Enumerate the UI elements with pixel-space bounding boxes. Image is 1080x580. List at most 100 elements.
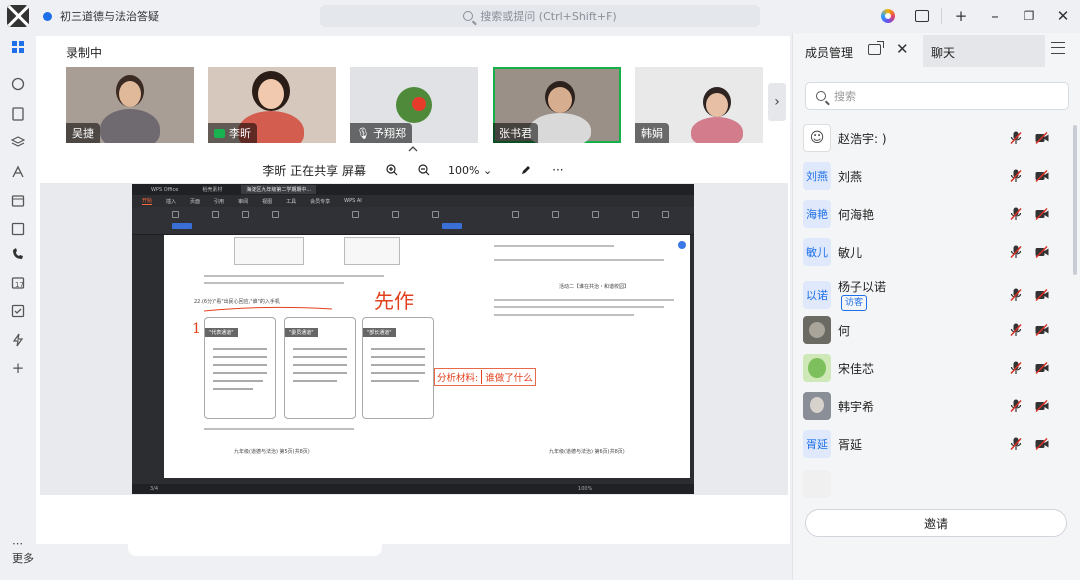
menu-icon[interactable] — [1051, 42, 1065, 54]
participant-tile[interactable]: 吴捷 — [66, 67, 194, 143]
member-avatar: 海艳 — [803, 200, 831, 228]
camera-off-icon[interactable] — [1035, 245, 1049, 259]
page-footer-left: 九年级(道德与法治) 第5页(共8页) — [234, 449, 310, 455]
minimize-button[interactable]: – — [978, 0, 1012, 32]
section-title: 活动二【谁在共治・和谐校园】 — [559, 284, 630, 290]
close-panel-button[interactable]: ✕ — [896, 40, 909, 58]
member-name: 赵浩宇: ) — [838, 131, 887, 146]
participant-tile[interactable]: 🎙 予翔郑 — [350, 67, 478, 143]
zoom-out-icon — [418, 164, 430, 176]
calendar-icon[interactable] — [11, 194, 25, 208]
input-strip — [128, 536, 382, 556]
member-row[interactable]: 何 — [803, 315, 1063, 345]
camera-off-icon[interactable] — [1035, 169, 1049, 183]
home-icon[interactable] — [11, 40, 25, 54]
participant-tile[interactable]: 韩娟 — [635, 67, 763, 143]
mic-muted-icon[interactable] — [1010, 361, 1022, 375]
global-search[interactable]: 搜索或提问 (Ctrl+Shift+F) — [320, 5, 760, 27]
right-panel: 成员管理 ✕ 聊天 搜索 ☺ 赵浩宇: ) 刘燕 刘燕 海艳 何海艳 敏儿 敏儿… — [792, 33, 1080, 580]
member-row[interactable] — [803, 469, 1063, 499]
chat-icon[interactable] — [11, 77, 25, 91]
page-indicator: 3/4 — [150, 486, 159, 492]
zoom-in-button[interactable] — [386, 164, 398, 176]
more-options-button[interactable]: ··· — [552, 163, 563, 177]
camera-off-icon[interactable] — [1035, 437, 1049, 451]
member-search-placeholder: 搜索 — [834, 90, 856, 103]
mic-off-icon: 🎙 — [356, 126, 370, 140]
mic-muted-icon[interactable] — [1010, 131, 1022, 145]
mic-muted-icon[interactable] — [1010, 207, 1022, 221]
document-page: 22.(6分)"看"出民心回应,"谁"的入手机 先作 1 2 3 "代表通道" … — [164, 235, 690, 478]
bolt-icon[interactable] — [11, 333, 25, 347]
member-list-scrollbar[interactable] — [1073, 125, 1077, 275]
participant-name-tag: 韩娟 — [635, 123, 669, 143]
mic-muted-icon[interactable] — [1010, 399, 1022, 413]
zoom-in-icon — [386, 164, 398, 176]
message-button[interactable] — [905, 0, 939, 32]
member-row[interactable]: 宋佳芯 — [803, 353, 1063, 383]
ai-icon[interactable] — [11, 165, 25, 179]
annotation-input[interactable]: 谁做了什么 — [481, 370, 533, 384]
camera-off-icon[interactable] — [1035, 207, 1049, 221]
apps-icon[interactable] — [10, 136, 26, 150]
participant-tile[interactable]: 李昕 — [208, 67, 336, 143]
zoom-select[interactable]: 100% ⌄ — [448, 164, 492, 177]
material-card: "委员通道" — [284, 317, 356, 419]
copilot-button[interactable] — [871, 0, 905, 32]
invite-button[interactable]: 邀请 — [805, 509, 1067, 537]
participant-name-tag: 张书君 — [493, 123, 538, 143]
member-row[interactable]: 以诺 杨子以诺 访客 — [803, 277, 1063, 313]
more-icon: ··· — [552, 163, 564, 177]
share-status-text: 李昕 正在共享 屏幕 — [262, 163, 366, 178]
new-tab-button[interactable]: + — [944, 0, 978, 32]
collapse-tiles-button[interactable] — [408, 146, 418, 152]
camera-off-icon[interactable] — [1035, 131, 1049, 145]
add-icon[interactable]: + — [11, 361, 25, 376]
material-card: "代表通道" — [204, 317, 276, 419]
member-search-input[interactable]: 搜索 — [805, 82, 1069, 110]
tiles-next-button[interactable]: › — [768, 83, 786, 121]
mic-muted-icon[interactable] — [1010, 288, 1022, 302]
mic-muted-icon[interactable] — [1010, 323, 1022, 337]
app-logo[interactable] — [7, 5, 29, 27]
more-nav[interactable]: ⋯ 更多 — [12, 537, 36, 566]
wps-tabs: WPS Office 稻壳素材 海淀区九年级第二学期期中... — [132, 184, 694, 195]
mic-muted-icon[interactable] — [1010, 245, 1022, 259]
tasks-icon[interactable] — [11, 304, 25, 318]
member-avatar — [803, 316, 831, 344]
title-bar: 初三道德与法治答疑 搜索或提问 (Ctrl+Shift+F) + – ❐ ✕ — [0, 0, 1080, 32]
member-row[interactable]: ☺ 赵浩宇: ) — [803, 123, 1063, 153]
participant-tile-active[interactable]: 张书君 — [493, 67, 621, 143]
camera-off-icon[interactable] — [1035, 288, 1049, 302]
meeting-icon[interactable] — [11, 247, 25, 261]
wps-zoom: 100% — [578, 486, 593, 492]
tab-chat[interactable]: 聊天 — [923, 35, 1045, 67]
member-row[interactable]: 胥延 胥延 — [803, 429, 1063, 459]
meeting-tab[interactable]: 初三道德与法治答疑 — [43, 4, 159, 28]
member-name: 杨子以诺 — [838, 279, 887, 294]
mic-muted-icon[interactable] — [1010, 169, 1022, 183]
popout-icon[interactable] — [868, 41, 884, 55]
annotate-button[interactable] — [520, 164, 532, 176]
member-avatar: 胥延 — [803, 430, 831, 458]
contacts-icon[interactable] — [11, 222, 25, 236]
left-nav: 17 + ⋯ 更多 — [0, 32, 36, 580]
annotation-textbox[interactable]: 分析材料: 谁做了什么 — [434, 368, 536, 386]
member-row[interactable]: 海艳 何海艳 — [803, 199, 1063, 229]
zoom-out-button[interactable] — [418, 164, 430, 176]
member-row[interactable]: 韩宇希 — [803, 391, 1063, 421]
tab-members[interactable]: 成员管理 — [805, 44, 853, 61]
restore-button[interactable]: ❐ — [1012, 0, 1046, 32]
close-window-button[interactable]: ✕ — [1046, 0, 1080, 32]
camera-off-icon[interactable] — [1035, 323, 1049, 337]
recording-status: 录制中 — [66, 46, 103, 60]
member-row[interactable]: 敏儿 敏儿 — [803, 237, 1063, 267]
mic-muted-icon[interactable] — [1010, 437, 1022, 451]
message-icon — [915, 10, 929, 22]
camera-off-icon[interactable] — [1035, 361, 1049, 375]
member-row[interactable]: 刘燕 刘燕 — [803, 161, 1063, 191]
docs-icon[interactable] — [11, 107, 25, 121]
camera-off-icon[interactable] — [1035, 399, 1049, 413]
shared-screen-content[interactable]: WPS Office 稻壳素材 海淀区九年级第二学期期中... 开始 插入 页面… — [132, 184, 694, 494]
schedule-icon[interactable]: 17 — [11, 276, 25, 290]
